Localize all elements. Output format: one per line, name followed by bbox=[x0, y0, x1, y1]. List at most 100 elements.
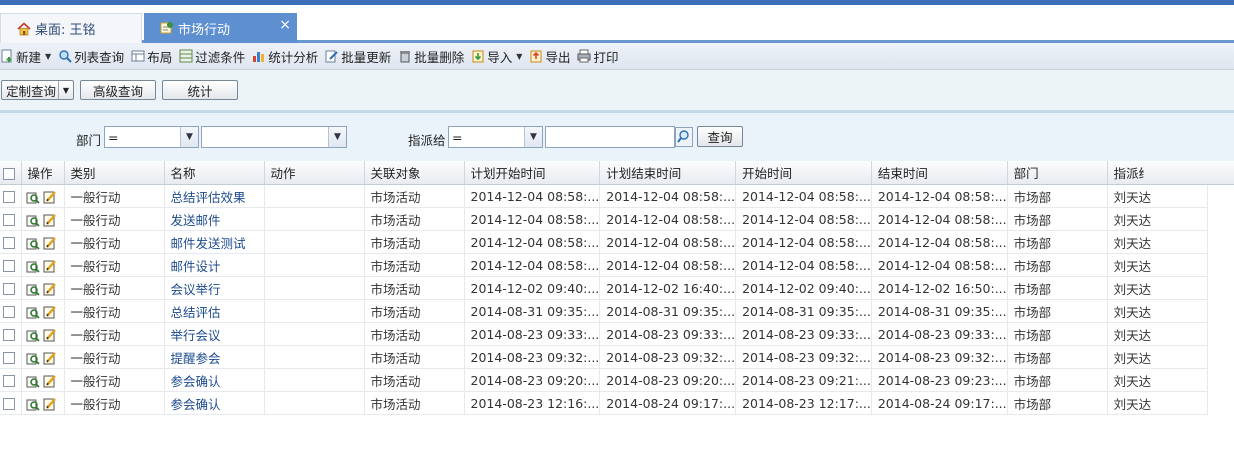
row-checkbox[interactable] bbox=[0, 345, 22, 369]
table-row[interactable]: 一般行动 总结评估效果 市场活动 2014-12-04 08:58:... 2014-1… bbox=[0, 184, 1208, 208]
column-header[interactable]: 开始时间 bbox=[735, 161, 872, 185]
row-checkbox[interactable] bbox=[0, 207, 22, 231]
edit-icon[interactable] bbox=[43, 282, 57, 296]
batch-delete-button[interactable]: 批量删除 bbox=[398, 47, 464, 66]
edit-icon[interactable] bbox=[43, 351, 57, 365]
edit-icon[interactable] bbox=[43, 213, 57, 227]
import-icon bbox=[472, 50, 484, 63]
cell-end: 2014-08-31 09:35:... bbox=[871, 299, 1008, 323]
cell-name[interactable]: 邮件设计 bbox=[164, 253, 265, 277]
edit-icon[interactable] bbox=[43, 305, 57, 319]
cell-name[interactable]: 发送邮件 bbox=[164, 207, 265, 231]
column-header[interactable]: 操作 bbox=[21, 161, 65, 185]
advanced-query-button[interactable]: 高级查询 bbox=[80, 80, 156, 100]
table-row[interactable]: 一般行动 会议举行 市场活动 2014-12-02 09:40:... 2014-12-… bbox=[0, 276, 1208, 300]
edit-icon[interactable] bbox=[43, 328, 57, 342]
chevron-down-icon[interactable]: ▼ bbox=[180, 127, 198, 147]
list-query-button[interactable]: 列表查询 bbox=[58, 47, 124, 66]
row-checkbox[interactable] bbox=[0, 276, 22, 300]
cell-end: 2014-08-23 09:33:... bbox=[871, 322, 1008, 346]
table-row[interactable]: 一般行动 邮件设计 市场活动 2014-12-04 08:58:... 2014-12-… bbox=[0, 253, 1208, 277]
cell-category: 一般行动 bbox=[64, 345, 165, 369]
table-row[interactable]: 一般行动 提醒参会 市场活动 2014-08-23 09:32:... 2014-08-… bbox=[0, 345, 1208, 369]
export-button[interactable]: 导出 bbox=[529, 47, 570, 66]
row-checkbox[interactable] bbox=[0, 391, 22, 415]
cell-category: 一般行动 bbox=[64, 391, 165, 415]
view-icon[interactable] bbox=[26, 351, 40, 365]
row-checkbox[interactable] bbox=[0, 322, 22, 346]
view-icon[interactable] bbox=[26, 259, 40, 273]
cell-end: 2014-12-04 08:58:... bbox=[871, 207, 1008, 231]
column-header[interactable]: 名称 bbox=[164, 161, 265, 185]
new-button[interactable]: 新建 ▼ bbox=[0, 47, 51, 66]
chevron-down-icon[interactable]: ▼ bbox=[516, 52, 522, 61]
column-header[interactable]: 计划开始时间 bbox=[464, 161, 601, 185]
cell-category: 一般行动 bbox=[64, 322, 165, 346]
row-checkbox[interactable] bbox=[0, 299, 22, 323]
cell-name[interactable]: 会议举行 bbox=[164, 276, 265, 300]
cell-name[interactable]: 总结评估效果 bbox=[164, 184, 265, 208]
view-icon[interactable] bbox=[26, 190, 40, 204]
cell-action bbox=[264, 230, 365, 254]
column-header[interactable]: 计划结束时间 bbox=[599, 161, 737, 185]
table-row[interactable]: 一般行动 举行会议 市场活动 2014-08-23 09:33:... 2014-08-… bbox=[0, 322, 1208, 346]
cell-assignee: 刘天达 bbox=[1107, 207, 1208, 231]
chevron-down-icon[interactable]: ▼ bbox=[524, 127, 542, 147]
table-row[interactable]: 一般行动 总结评估 市场活动 2014-08-31 09:35:... 2014-08-… bbox=[0, 299, 1208, 323]
column-header[interactable]: 结束时间 bbox=[871, 161, 1008, 185]
close-icon[interactable]: × bbox=[279, 18, 291, 32]
query-button[interactable]: 查询 bbox=[697, 126, 743, 147]
edit-icon[interactable] bbox=[43, 374, 57, 388]
table-row[interactable]: 一般行动 参会确认 市场活动 2014-08-23 12:16:... 2014-08-… bbox=[0, 391, 1208, 415]
batch-update-button[interactable]: 批量更新 bbox=[325, 47, 391, 66]
view-icon[interactable] bbox=[26, 282, 40, 296]
cell-name[interactable]: 举行会议 bbox=[164, 322, 265, 346]
column-header[interactable]: 关联对象 bbox=[364, 161, 465, 185]
dept-operator-select[interactable]: = ▼ bbox=[104, 126, 199, 148]
edit-icon[interactable] bbox=[43, 190, 57, 204]
cell-plan-start: 2014-12-02 09:40:... bbox=[464, 276, 601, 300]
view-icon[interactable] bbox=[26, 328, 40, 342]
view-icon[interactable] bbox=[26, 305, 40, 319]
column-header[interactable]: 动作 bbox=[264, 161, 365, 185]
tab-marketing-action[interactable]: 市场行动 × bbox=[144, 13, 297, 43]
filter-button[interactable]: 过滤条件 bbox=[179, 47, 245, 66]
edit-icon[interactable] bbox=[43, 397, 57, 411]
cell-name[interactable]: 参会确认 bbox=[164, 391, 265, 415]
view-icon[interactable] bbox=[26, 236, 40, 250]
statistics-button[interactable]: 统计 bbox=[162, 80, 238, 100]
table-row[interactable]: 一般行动 邮件发送测试 市场活动 2014-12-04 08:58:... 2014-1… bbox=[0, 230, 1208, 254]
cell-name[interactable]: 邮件发送测试 bbox=[164, 230, 265, 254]
view-icon[interactable] bbox=[26, 374, 40, 388]
cell-name[interactable]: 总结评估 bbox=[164, 299, 265, 323]
import-button[interactable]: 导入 ▼ bbox=[471, 47, 522, 66]
column-header[interactable]: 类别 bbox=[64, 161, 165, 185]
row-checkbox[interactable] bbox=[0, 253, 22, 277]
search-icon[interactable] bbox=[675, 127, 693, 147]
custom-query-button[interactable]: 定制查询 ▼ bbox=[1, 80, 74, 100]
edit-icon[interactable] bbox=[43, 236, 57, 250]
column-header[interactable]: 部门 bbox=[1007, 161, 1108, 185]
cell-name[interactable]: 参会确认 bbox=[164, 368, 265, 392]
table-row[interactable]: 一般行动 发送邮件 市场活动 2014-12-04 08:58:... 2014-12-… bbox=[0, 207, 1208, 231]
chevron-down-icon[interactable]: ▼ bbox=[58, 81, 73, 99]
row-checkbox[interactable] bbox=[0, 230, 22, 254]
row-checkbox[interactable] bbox=[0, 368, 22, 392]
cell-name[interactable]: 提醒参会 bbox=[164, 345, 265, 369]
assignee-operator-select[interactable]: = ▼ bbox=[448, 126, 543, 148]
stats-analysis-button[interactable]: 统计分析 bbox=[252, 47, 318, 66]
edit-icon[interactable] bbox=[43, 259, 57, 273]
layout-button[interactable]: 布局 bbox=[131, 47, 172, 66]
view-icon[interactable] bbox=[26, 213, 40, 227]
select-all-checkbox[interactable] bbox=[0, 161, 22, 185]
print-button[interactable]: 打印 bbox=[577, 47, 618, 66]
cell-plan-end: 2014-08-23 09:32:... bbox=[599, 345, 737, 369]
tab-desktop[interactable]: 桌面: 王铭 bbox=[0, 13, 142, 43]
view-icon[interactable] bbox=[26, 397, 40, 411]
assignee-input[interactable] bbox=[545, 126, 675, 148]
dept-value-select[interactable]: ▼ bbox=[201, 126, 347, 148]
table-row[interactable]: 一般行动 参会确认 市场活动 2014-08-23 09:20:... 2014-08-… bbox=[0, 368, 1208, 392]
chevron-down-icon[interactable]: ▼ bbox=[45, 52, 51, 61]
chevron-down-icon[interactable]: ▼ bbox=[328, 127, 346, 147]
row-checkbox[interactable] bbox=[0, 184, 22, 208]
